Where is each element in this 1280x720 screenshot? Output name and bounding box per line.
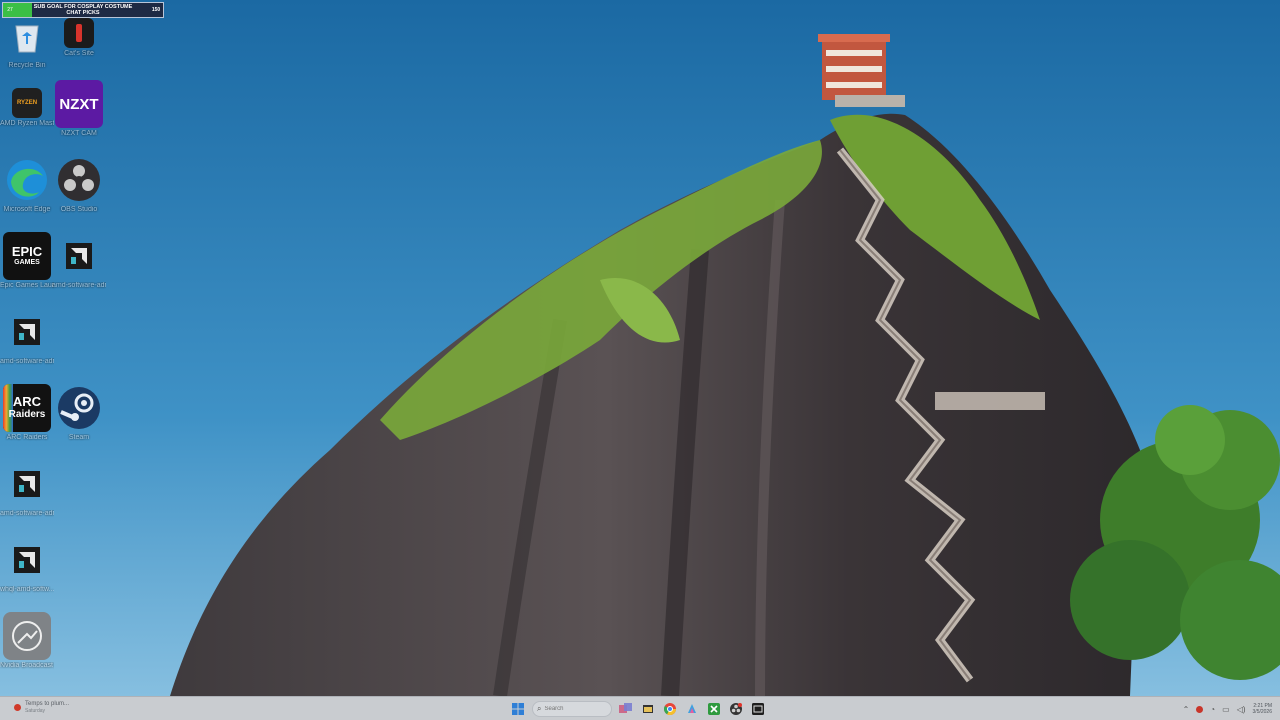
colorful-app-icon <box>688 704 696 713</box>
terminal-button[interactable] <box>750 701 766 717</box>
tray-overflow-chevron-up-icon[interactable]: ⌃ <box>1183 705 1190 714</box>
xbox-icon <box>708 703 720 715</box>
desktop-icon-nzxt-cam[interactable]: NZXT NZXT CAM <box>52 80 106 138</box>
desktop-icon-label: NZXT CAM <box>61 130 97 137</box>
desktop-icon-obs[interactable]: OBS Studio <box>52 156 106 214</box>
desktop-icon-cats-site[interactable]: Cat's Site <box>52 12 106 58</box>
desktop-icon-amd-installer[interactable]: amd-software-adr... <box>0 308 54 366</box>
edge-icon <box>3 156 51 204</box>
tray-network-icon[interactable]: ◔ <box>1210 705 1215 714</box>
taskbar-search[interactable]: ⌕ <box>532 701 612 717</box>
epic-icon-text-top: EPIC <box>11 244 43 259</box>
red-app-icon <box>64 18 94 48</box>
desktop-icon-amd-installer-2[interactable]: amd-software-adre... (2) <box>52 232 106 290</box>
xbox-button[interactable] <box>706 701 722 717</box>
weather-day: Saturday <box>25 708 46 714</box>
desktop-icon-label: OBS Studio <box>60 206 98 213</box>
tray-volume-icon[interactable]: ◁) <box>1237 705 1246 714</box>
ryzen-icon: RYZEN <box>12 88 42 118</box>
folder-icon <box>643 705 653 713</box>
clock-date: 3/5/2026 <box>1252 709 1272 715</box>
system-tray: ⌃ ◔ ▭ ◁) 2:21 PM 3/5/2026 <box>1183 700 1272 718</box>
amd-installer-icon <box>3 536 51 584</box>
desktop-icon-broadcast[interactable]: Nvidia Broadcast platform <box>0 612 54 670</box>
desktop-icon-steam[interactable]: Steam <box>52 384 106 442</box>
weather-headline: Temps to plum... <box>25 701 70 707</box>
sub-goal-target: 150 <box>151 7 161 13</box>
desktop-icon-label: ARC Raiders <box>6 434 48 441</box>
desktop-icon-label: AMD Ryzen Master <box>0 120 54 127</box>
chrome-icon <box>664 703 676 715</box>
desktop-icon-label: Epic Games Launcher <box>0 282 54 289</box>
arc-icon-text-top: ARC <box>12 394 42 409</box>
chrome-button[interactable] <box>662 701 678 717</box>
search-icon: ⌕ <box>537 704 542 713</box>
ryzen-icon-text: RYZEN <box>16 100 38 106</box>
sub-goal-title-line2: CHAT PICKS <box>66 10 100 16</box>
sub-goal-title: SUB GOAL FOR COSPLAY COSTUME CHAT PICKS <box>17 4 149 16</box>
desktop-icon-label: amd-software-adr... (3) <box>0 510 54 517</box>
desktop-icon-amd-installer-3[interactable]: amd-software-adr... (3) <box>0 460 54 518</box>
desktop-icon-epic-games[interactable]: EPIC GAMES Epic Games Launcher <box>0 232 54 290</box>
epic-icon-text-bottom: GAMES <box>14 259 40 266</box>
sub-goal-widget: 27 SUB GOAL FOR COSPLAY COSTUME CHAT PIC… <box>2 2 164 18</box>
recycle-bin-icon <box>3 12 51 60</box>
amd-installer-icon <box>55 232 103 280</box>
windows-logo-icon <box>512 703 524 715</box>
nzxt-icon: NZXT <box>55 80 103 128</box>
taskbar: Temps to plum... Saturday ⌕ Search ⌃ ◔ ▭… <box>0 696 1280 720</box>
weather-widget[interactable]: Temps to plum... Saturday <box>14 701 69 714</box>
desktop-icon-label: Cat's Site <box>64 50 94 57</box>
taskbar-clock[interactable]: 2:21 PM 3/5/2026 <box>1253 703 1272 715</box>
desktop-icon-label: Microsoft Edge <box>3 206 51 213</box>
epic-games-icon: EPIC GAMES <box>3 232 51 280</box>
amd-installer-icon <box>3 460 51 508</box>
desktop-icon-ryzen-master[interactable]: RYZEN AMD Ryzen Master <box>0 80 54 128</box>
tray-display-icon[interactable]: ▭ <box>1222 705 1230 714</box>
steam-icon <box>55 384 103 432</box>
tray-red-app-icon[interactable] <box>1196 705 1204 713</box>
desktop-icon-arc-raiders[interactable]: ARC Raiders ARC Raiders <box>0 384 54 442</box>
desktop-icon-recycle-bin[interactable]: Recycle Bin <box>0 12 54 70</box>
amd-installer-icon <box>3 308 51 356</box>
taskbar-center: ⌕ <box>510 700 766 718</box>
desktop-icon-whql-amd[interactable]: whql-amd-softw... <box>0 536 54 594</box>
desktop-wallpaper <box>0 0 1280 696</box>
search-input[interactable] <box>544 706 605 712</box>
obs-small-icon <box>730 703 742 715</box>
desktop-icon-label: amd-software-adre... (2) <box>52 282 106 289</box>
desktop-icon-label: Steam <box>68 434 90 441</box>
desktop-icon-edge[interactable]: Microsoft Edge <box>0 156 54 214</box>
broadcast-icon <box>3 612 51 660</box>
obs-icon <box>55 156 103 204</box>
desktop-icon-label: Recycle Bin <box>8 62 46 69</box>
terminal-icon <box>752 703 764 715</box>
start-button[interactable] <box>510 701 526 717</box>
file-explorer-button[interactable] <box>640 701 656 717</box>
arc-raiders-icon: ARC Raiders <box>3 384 51 432</box>
desktop-icon-label: whql-amd-softw... <box>0 586 54 593</box>
task-view-icon <box>619 703 632 713</box>
arc-icon-text-bottom: Raiders <box>8 409 46 420</box>
sub-goal-current: 27 <box>7 7 13 13</box>
desktop-icon-label: Nvidia Broadcast platform <box>0 662 54 669</box>
nzxt-icon-text: NZXT <box>59 95 99 113</box>
weather-alert-icon <box>14 704 21 711</box>
copilot-button[interactable] <box>684 701 700 717</box>
obs-taskbar-button[interactable] <box>728 701 744 717</box>
task-view-button[interactable] <box>618 701 634 717</box>
desktop-icon-label: amd-software-adr... <box>0 358 54 365</box>
